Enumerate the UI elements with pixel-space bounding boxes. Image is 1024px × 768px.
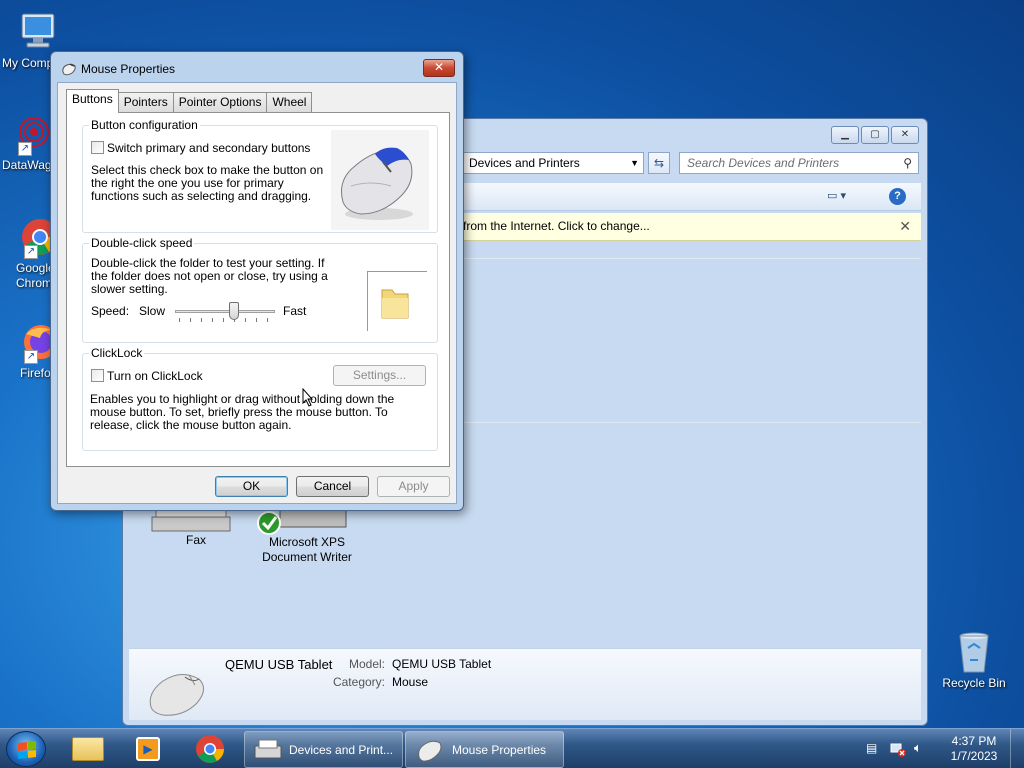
double-click-description: Double-click the folder to test your set… [91, 256, 328, 296]
group-label: Button configuration [89, 118, 200, 132]
category-label: Category: [332, 675, 385, 689]
double-click-speed-group: Double-click speed Double-click the fold… [82, 236, 438, 343]
shortcut-arrow-icon: ↗ [24, 245, 38, 259]
group-label: Double-click speed [89, 236, 195, 250]
group-label: ClickLock [89, 346, 145, 360]
tab-page-buttons: Button configuration Switch primary and … [66, 112, 450, 467]
chrome-icon [196, 735, 224, 763]
action-center-icon[interactable]: ▤ [866, 741, 882, 757]
divider [462, 258, 921, 259]
switch-buttons-label[interactable]: Switch primary and secondary buttons [107, 142, 310, 155]
clicklock-checkbox[interactable] [91, 369, 104, 382]
close-button[interactable]: ✕ [423, 59, 455, 77]
test-folder-area[interactable] [367, 271, 427, 331]
apply-button[interactable]: Apply [377, 476, 450, 497]
button-config-description: Select this check box to make the button… [91, 163, 324, 203]
clicklock-settings-button[interactable]: Settings... [333, 365, 426, 386]
close-button[interactable]: ✕ [891, 126, 919, 144]
show-desktop-button[interactable] [1010, 729, 1024, 768]
taskbar-devices-printers[interactable]: Devices and Print... [244, 731, 403, 768]
mouse-cursor-icon [302, 387, 314, 408]
tab-buttons[interactable]: Buttons [66, 89, 119, 113]
tab-strip: Buttons Pointers Pointer Options Wheel [66, 89, 313, 113]
divider [462, 422, 921, 423]
windows-logo-icon [18, 741, 36, 759]
mouse-icon [145, 663, 209, 719]
network-icon[interactable] [890, 741, 906, 757]
slow-label: Slow [139, 304, 166, 318]
folder-icon [72, 737, 104, 761]
computer-icon [16, 10, 60, 54]
slider-thumb[interactable] [229, 302, 239, 320]
maximize-button[interactable]: ▢ [861, 126, 889, 144]
details-pane: QEMU USB Tablet Model: QEMU USB Tablet C… [129, 648, 921, 720]
device-xps-writer[interactable]: Microsoft XPS Document Writer [254, 505, 360, 565]
clicklock-group: ClickLock Turn on ClickLock Settings... … [82, 346, 438, 451]
taskbar-item-label: Devices and Print... [289, 743, 394, 757]
speed-label: Speed: [91, 304, 130, 318]
shortcut-arrow-icon: ↗ [24, 350, 38, 364]
address-text: Devices and Printers [469, 156, 580, 170]
view-options-icon[interactable]: ▭ ▾ [827, 189, 857, 205]
dialog-body: Buttons Pointers Pointer Options Wheel B… [57, 82, 457, 504]
mouse-properties-dialog[interactable]: Mouse Properties ✕ Buttons Pointers Poin… [50, 51, 464, 511]
desktop-icon-recycle-bin[interactable]: Recycle Bin [938, 630, 1010, 691]
taskbar-mouse-properties[interactable]: Mouse Properties [405, 731, 564, 768]
window-controls: ▁ ▢ ✕ [831, 126, 919, 144]
search-icon[interactable]: ⚲ [903, 153, 912, 173]
mouse-icon [61, 61, 77, 77]
minimize-button[interactable]: ▁ [831, 126, 859, 144]
tab-pointer-options[interactable]: Pointer Options [172, 92, 268, 112]
volume-icon[interactable]: 🔈︎ [914, 740, 930, 756]
cancel-button[interactable]: Cancel [296, 476, 369, 497]
mouse-icon [416, 737, 444, 763]
clicklock-description: Enables you to highlight or drag without… [90, 392, 395, 432]
media-player-icon: ▶ [136, 737, 160, 761]
fast-label: Fast [283, 304, 307, 318]
shortcut-arrow-icon: ↗ [18, 142, 32, 156]
desktop-icon-label: Recycle Bin [942, 676, 1006, 690]
info-bar[interactable]: from the Internet. Click to change... ✕ [462, 213, 921, 241]
chevron-down-icon[interactable]: ▼ [630, 153, 639, 173]
start-button[interactable] [6, 731, 46, 767]
refresh-icon[interactable]: ⇆ [648, 152, 670, 174]
slider-track [175, 310, 275, 313]
ok-button[interactable]: OK [215, 476, 288, 497]
device-label: Microsoft XPS Document Writer [262, 535, 352, 564]
pinned-chrome[interactable] [188, 733, 232, 765]
address-bar[interactable]: Devices and Printers ▼ [462, 152, 644, 174]
switch-buttons-checkbox[interactable] [91, 141, 104, 154]
folder-icon [381, 289, 409, 319]
device-name: QEMU USB Tablet [225, 657, 333, 672]
taskbar-item-label: Mouse Properties [452, 743, 547, 757]
close-icon[interactable]: ✕ [899, 213, 911, 240]
datawagon-icon: ↗ [10, 112, 54, 156]
model-label: Model: [349, 657, 386, 671]
dialog-title: Mouse Properties [81, 62, 176, 76]
model-value: QEMU USB Tablet [392, 657, 492, 671]
clock-time: 4:37 PM [951, 734, 997, 748]
category-value: Mouse [392, 675, 429, 689]
clock-date: 1/7/2023 [950, 749, 998, 763]
mouse-illustration [331, 130, 429, 230]
devices-printers-icon [253, 738, 285, 762]
device-label: Fax [185, 533, 206, 547]
recycle-bin-icon [952, 630, 996, 674]
pinned-media-player[interactable]: ▶ [126, 733, 170, 765]
help-icon[interactable]: ? [889, 188, 906, 205]
taskbar: ▶ Devices and Print... Mouse Properties … [0, 728, 1024, 768]
button-configuration-group: Button configuration Switch primary and … [82, 118, 438, 233]
speed-slider[interactable] [175, 302, 275, 324]
tab-pointers[interactable]: Pointers [117, 92, 174, 112]
pinned-explorer[interactable] [66, 733, 110, 765]
search-placeholder: Search Devices and Printers [687, 156, 840, 170]
info-bar-text: from the Internet. Click to change... [463, 219, 650, 233]
tab-wheel[interactable]: Wheel [266, 92, 313, 112]
clock[interactable]: 4:37 PM 1/7/2023 [945, 734, 1003, 764]
device-fax[interactable]: Fax [148, 504, 244, 548]
clicklock-label[interactable]: Turn on ClickLock [107, 370, 203, 383]
slider-ticks [179, 318, 271, 322]
search-input[interactable]: Search Devices and Printers ⚲ [679, 152, 919, 174]
